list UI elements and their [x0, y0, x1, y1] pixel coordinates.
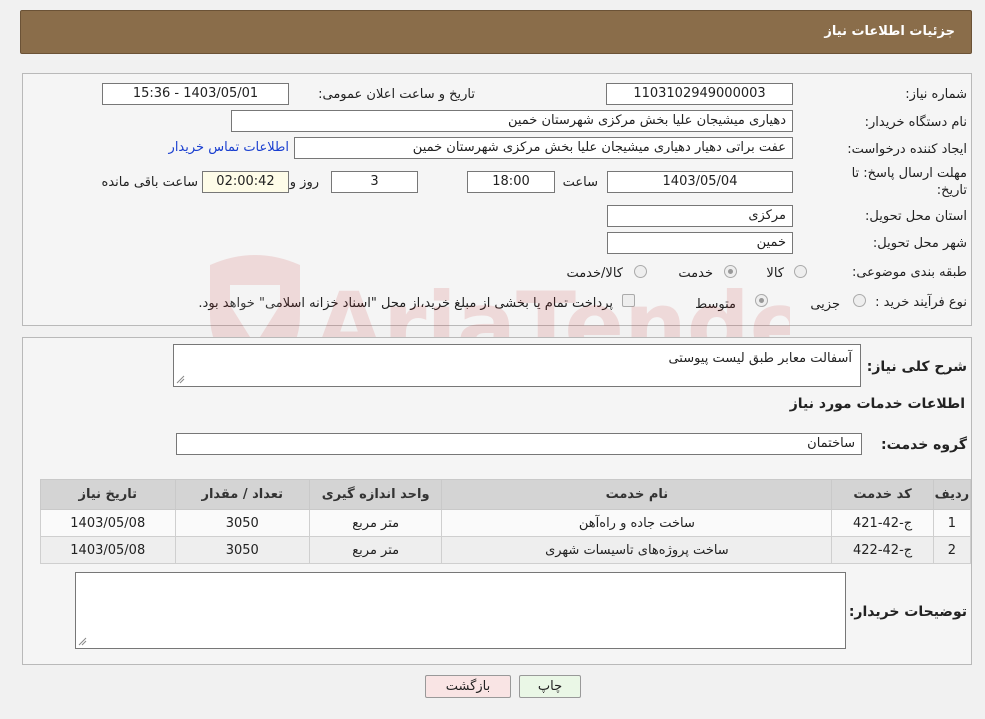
cell-service-code: ج-42-422 — [831, 536, 934, 564]
deadline-label-date: تاریخ: — [936, 183, 967, 198]
summary-textarea[interactable]: آسفالت معابر طبق لیست پیوستی — [173, 344, 861, 387]
back-button[interactable]: بازگشت — [425, 675, 511, 698]
process-minor-radio[interactable] — [853, 294, 866, 307]
city-field: خمین — [607, 232, 793, 254]
category-goods-label: کالا — [766, 266, 784, 281]
category-goods-radio[interactable] — [794, 265, 807, 278]
summary-text: آسفالت معابر طبق لیست پیوستی — [668, 351, 852, 366]
buyer-notes-textarea[interactable] — [75, 572, 846, 649]
col-row-no: ردیف — [932, 479, 972, 510]
remaining-label: ساعت باقی مانده — [101, 175, 198, 190]
table-row: 2 ج-42-422 ساخت پروژه‌های تاسیسات شهری م… — [40, 536, 972, 564]
process-label: نوع فرآیند خرید : — [875, 295, 967, 310]
services-table-wrap: ردیف کد خدمت نام خدمت واحد اندازه گیری ت… — [40, 479, 972, 564]
announce-datetime-field: 1403/05/01 - 15:36 — [102, 83, 289, 105]
process-medium-radio[interactable] — [755, 294, 768, 307]
process-minor-label: جزیی — [810, 297, 840, 312]
need-number-label: شماره نیاز: — [905, 87, 967, 102]
col-quantity: تعداد / مقدار — [174, 479, 310, 510]
deadline-label: مهلت ارسال پاسخ: تا — [851, 166, 967, 181]
service-group-field: ساختمان — [176, 433, 862, 455]
city-label: شهر محل تحویل: — [872, 236, 967, 251]
creator-label: ایجاد کننده درخواست: — [847, 142, 967, 157]
summary-label: شرح کلی نیاز: — [866, 359, 967, 375]
province-field: مرکزی — [607, 205, 793, 227]
page-title: جزئیات اطلاعات نیاز — [824, 24, 955, 39]
category-goods-service-radio[interactable] — [634, 265, 647, 278]
process-medium-label: متوسط — [695, 297, 736, 312]
cell-service-name: ساخت جاده و راه‌آهن — [441, 509, 833, 537]
deadline-time-label: ساعت — [562, 175, 598, 190]
cell-unit: متر مربع — [308, 536, 443, 564]
table-header-row: ردیف کد خدمت نام خدمت واحد اندازه گیری ت… — [40, 479, 972, 510]
announce-label: تاریخ و ساعت اعلان عمومی: — [318, 87, 475, 102]
category-service-label: خدمت — [678, 266, 713, 281]
cell-need-date: 1403/05/08 — [40, 536, 176, 564]
category-service-radio[interactable] — [724, 265, 737, 278]
remaining-time-field: 02:00:42 — [202, 171, 289, 193]
col-service-name: نام خدمت — [441, 479, 833, 510]
col-unit: واحد اندازه گیری — [308, 479, 443, 510]
buyer-org-label: نام دستگاه خریدار: — [864, 115, 967, 130]
cell-need-date: 1403/05/08 — [40, 509, 176, 537]
days-field: 3 — [331, 171, 418, 193]
province-label: استان محل تحویل: — [865, 209, 967, 224]
services-heading: اطلاعات خدمات مورد نیاز — [789, 396, 965, 412]
buyer-contact-link[interactable]: اطلاعات تماس خریدار — [169, 140, 289, 155]
days-label: روز و — [289, 175, 319, 190]
buyer-org-field: دهیاری میشیجان علیا بخش مرکزی شهرستان خم… — [231, 110, 793, 132]
treasury-note: پرداخت تمام یا بخشی از مبلغ خرید،از محل … — [198, 296, 613, 311]
category-label: طبقه بندی موضوعی: — [851, 265, 967, 280]
treasury-docs-checkbox[interactable] — [622, 294, 635, 307]
cell-row-no: 2 — [932, 536, 972, 564]
deadline-time-field: 18:00 — [467, 171, 555, 193]
col-need-date: تاریخ نیاز — [40, 479, 176, 510]
resize-grip-icon[interactable] — [176, 375, 185, 384]
need-number-field: 1103102949000003 — [606, 83, 793, 105]
resize-grip-icon[interactable] — [78, 637, 87, 646]
category-goods-service-label: کالا/خدمت — [566, 266, 623, 281]
cell-quantity: 3050 — [174, 509, 310, 537]
col-service-code: کد خدمت — [831, 479, 934, 510]
cell-service-name: ساخت پروژه‌های تاسیسات شهری — [441, 536, 833, 564]
print-button[interactable]: چاپ — [519, 675, 581, 698]
cell-service-code: ج-42-421 — [831, 509, 934, 537]
cell-quantity: 3050 — [174, 536, 310, 564]
table-row: 1 ج-42-421 ساخت جاده و راه‌آهن متر مربع … — [40, 509, 972, 537]
page-header: جزئیات اطلاعات نیاز — [20, 10, 972, 54]
service-group-label: گروه خدمت: — [881, 437, 967, 453]
services-table: ردیف کد خدمت نام خدمت واحد اندازه گیری ت… — [40, 479, 972, 564]
buyer-notes-label: توضیحات خریدار: — [848, 604, 967, 620]
deadline-date-field: 1403/05/04 — [607, 171, 793, 193]
cell-row-no: 1 — [932, 509, 972, 537]
creator-field: عفت براتی دهیار دهیاری میشیجان علیا بخش … — [294, 137, 793, 159]
cell-unit: متر مربع — [308, 509, 443, 537]
